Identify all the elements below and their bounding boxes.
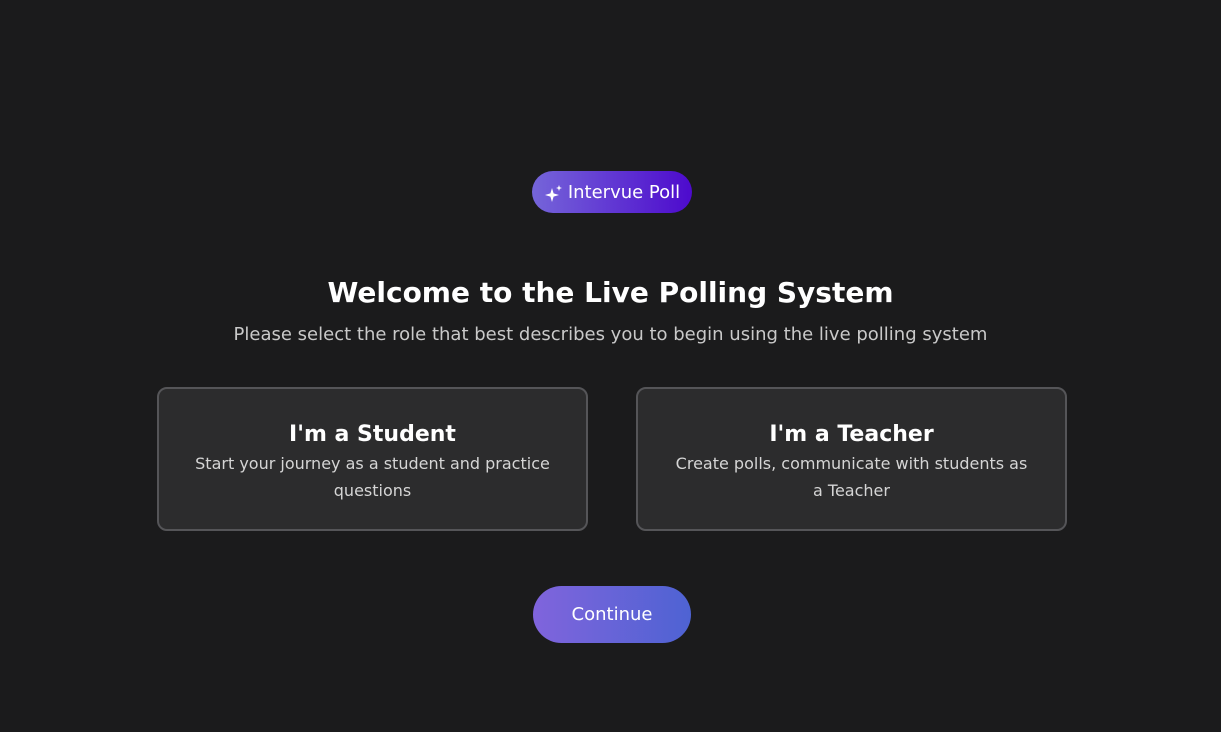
teacher-card-description: Create polls, communicate with students … [675,454,1028,500]
brand-label: Intervue Poll [567,181,681,203]
sparkle-icon [544,184,562,202]
student-card-description: Start your journey as a student and prac… [195,454,550,500]
page-title: Welcome to the Live Polling System [0,274,1221,312]
continue-button[interactable]: Continue [533,586,691,643]
role-selection-page: Intervue Poll Welcome to the Live Pollin… [0,0,1221,732]
student-card-title: I'm a Student [289,422,456,447]
title-highlight: Live Polling System [584,276,894,309]
page-subtitle: Please select the role that best describ… [233,324,988,345]
brand-badge: Intervue Poll [532,171,692,213]
teacher-role-card[interactable]: I'm a Teacher Create polls, communicate … [636,387,1067,531]
teacher-card-title: I'm a Teacher [769,422,934,447]
title-prefix: Welcome to the [327,276,575,309]
student-role-card[interactable]: I'm a Student Start your journey as a st… [157,387,588,531]
